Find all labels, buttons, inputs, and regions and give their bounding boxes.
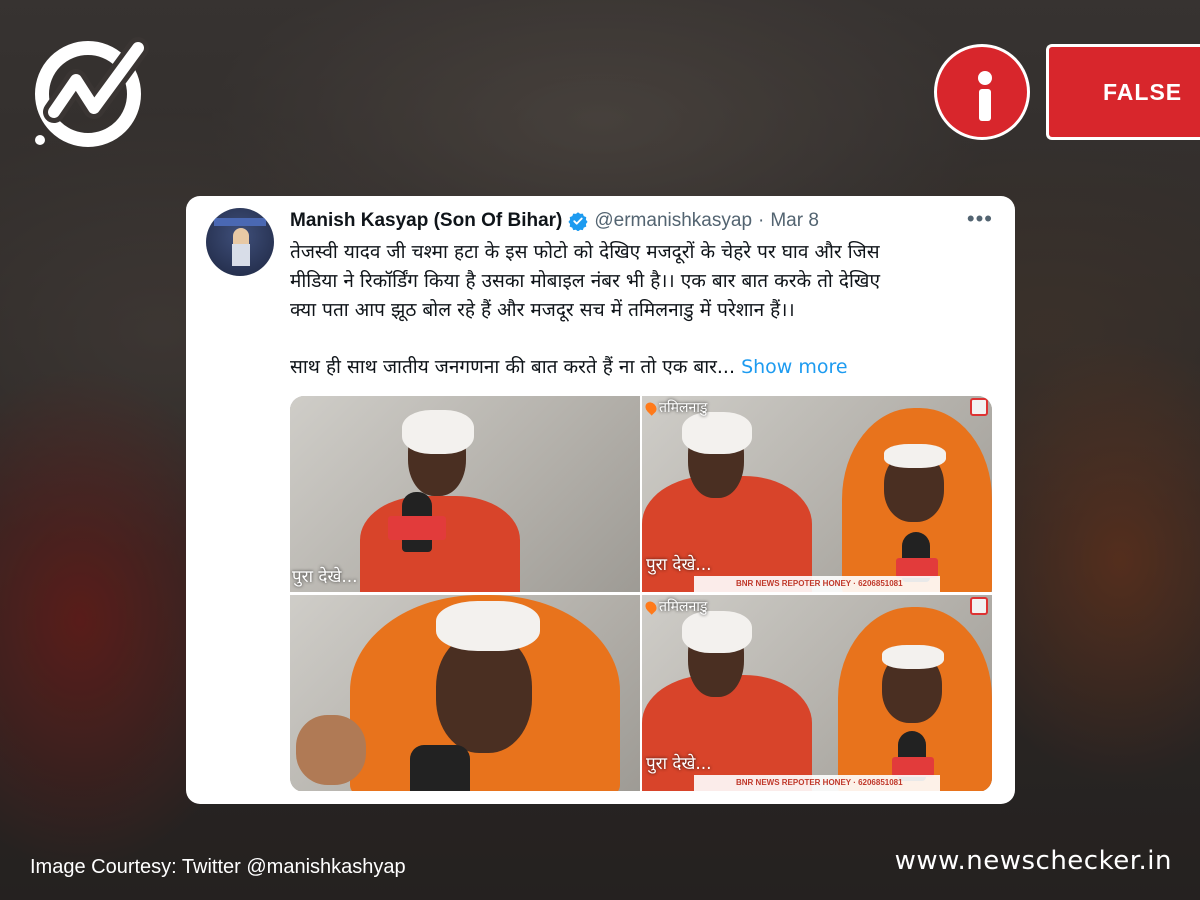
tweet-card[interactable]: Manish Kasyap (Son Of Bihar) @ermanishka… [186, 196, 1015, 804]
location-pin-icon [643, 399, 659, 416]
author-handle[interactable]: @ermanishkasyap [594, 210, 752, 232]
location-pin-icon [643, 598, 659, 615]
tweet-date[interactable]: Mar 8 [770, 210, 819, 232]
location-tag: तमिलनाडु [643, 597, 707, 616]
media-image-2[interactable]: तमिलनाडु पुरा देखे... BNR NEWS REPOTER H… [642, 396, 992, 592]
tweet-text-line: मीडिया ने रिकॉर्डिंग किया है उसका मोबाइल… [290, 270, 880, 292]
author-name[interactable]: Manish Kasyap (Son Of Bihar) [290, 210, 562, 232]
newschecker-logo-icon [35, 37, 149, 147]
channel-logo-icon [970, 398, 988, 416]
channel-footer: BNR NEWS REPOTER HONEY · 6206851081 [694, 576, 940, 592]
image-courtesy: Image Courtesy: Twitter @manishkashyap [30, 856, 406, 878]
tweet-text-line: तेजस्वी यादव जी चश्मा हटा के इस फोटो को … [290, 241, 880, 263]
channel-footer: BNR NEWS REPOTER HONEY · 6206851081 [694, 775, 940, 791]
media-image-3[interactable] [290, 595, 640, 791]
channel-logo-icon [970, 597, 988, 615]
avatar[interactable] [206, 208, 274, 276]
location-tag: तमिलनाडु [643, 398, 707, 417]
media-caption: पुरा देखे... [646, 555, 712, 575]
verified-badge-icon [568, 212, 588, 231]
tweet-text-line: क्या पता आप झूठ बोल रहे हैं और मजदूर सच … [290, 299, 795, 321]
verdict-label: FALSE [1046, 44, 1200, 140]
info-icon [934, 44, 1030, 140]
media-caption: पुरा देखे... [292, 567, 358, 587]
tweet-header: Manish Kasyap (Son Of Bihar) @ermanishka… [290, 208, 819, 234]
tweet-text-line: साथ ही साथ जातीय जनगणना की बात करते हैं … [290, 356, 848, 378]
tweet-text: तेजस्वी यादव जी चश्मा हटा के इस फोटो को … [290, 238, 980, 382]
show-more-link[interactable]: Show more [741, 356, 848, 378]
media-caption: पुरा देखे... [646, 754, 712, 774]
media-grid: पुरा देखे... तमिलनाडु पुरा देखे... BNR N… [290, 396, 992, 792]
site-url: www.newschecker.in [894, 846, 1172, 876]
media-image-1[interactable]: पुरा देखे... [290, 396, 640, 592]
media-image-4[interactable]: तमिलनाडु पुरा देखे... BNR NEWS REPOTER H… [642, 595, 992, 791]
separator-dot: · [758, 210, 765, 231]
more-options-icon[interactable]: ••• [967, 208, 993, 230]
